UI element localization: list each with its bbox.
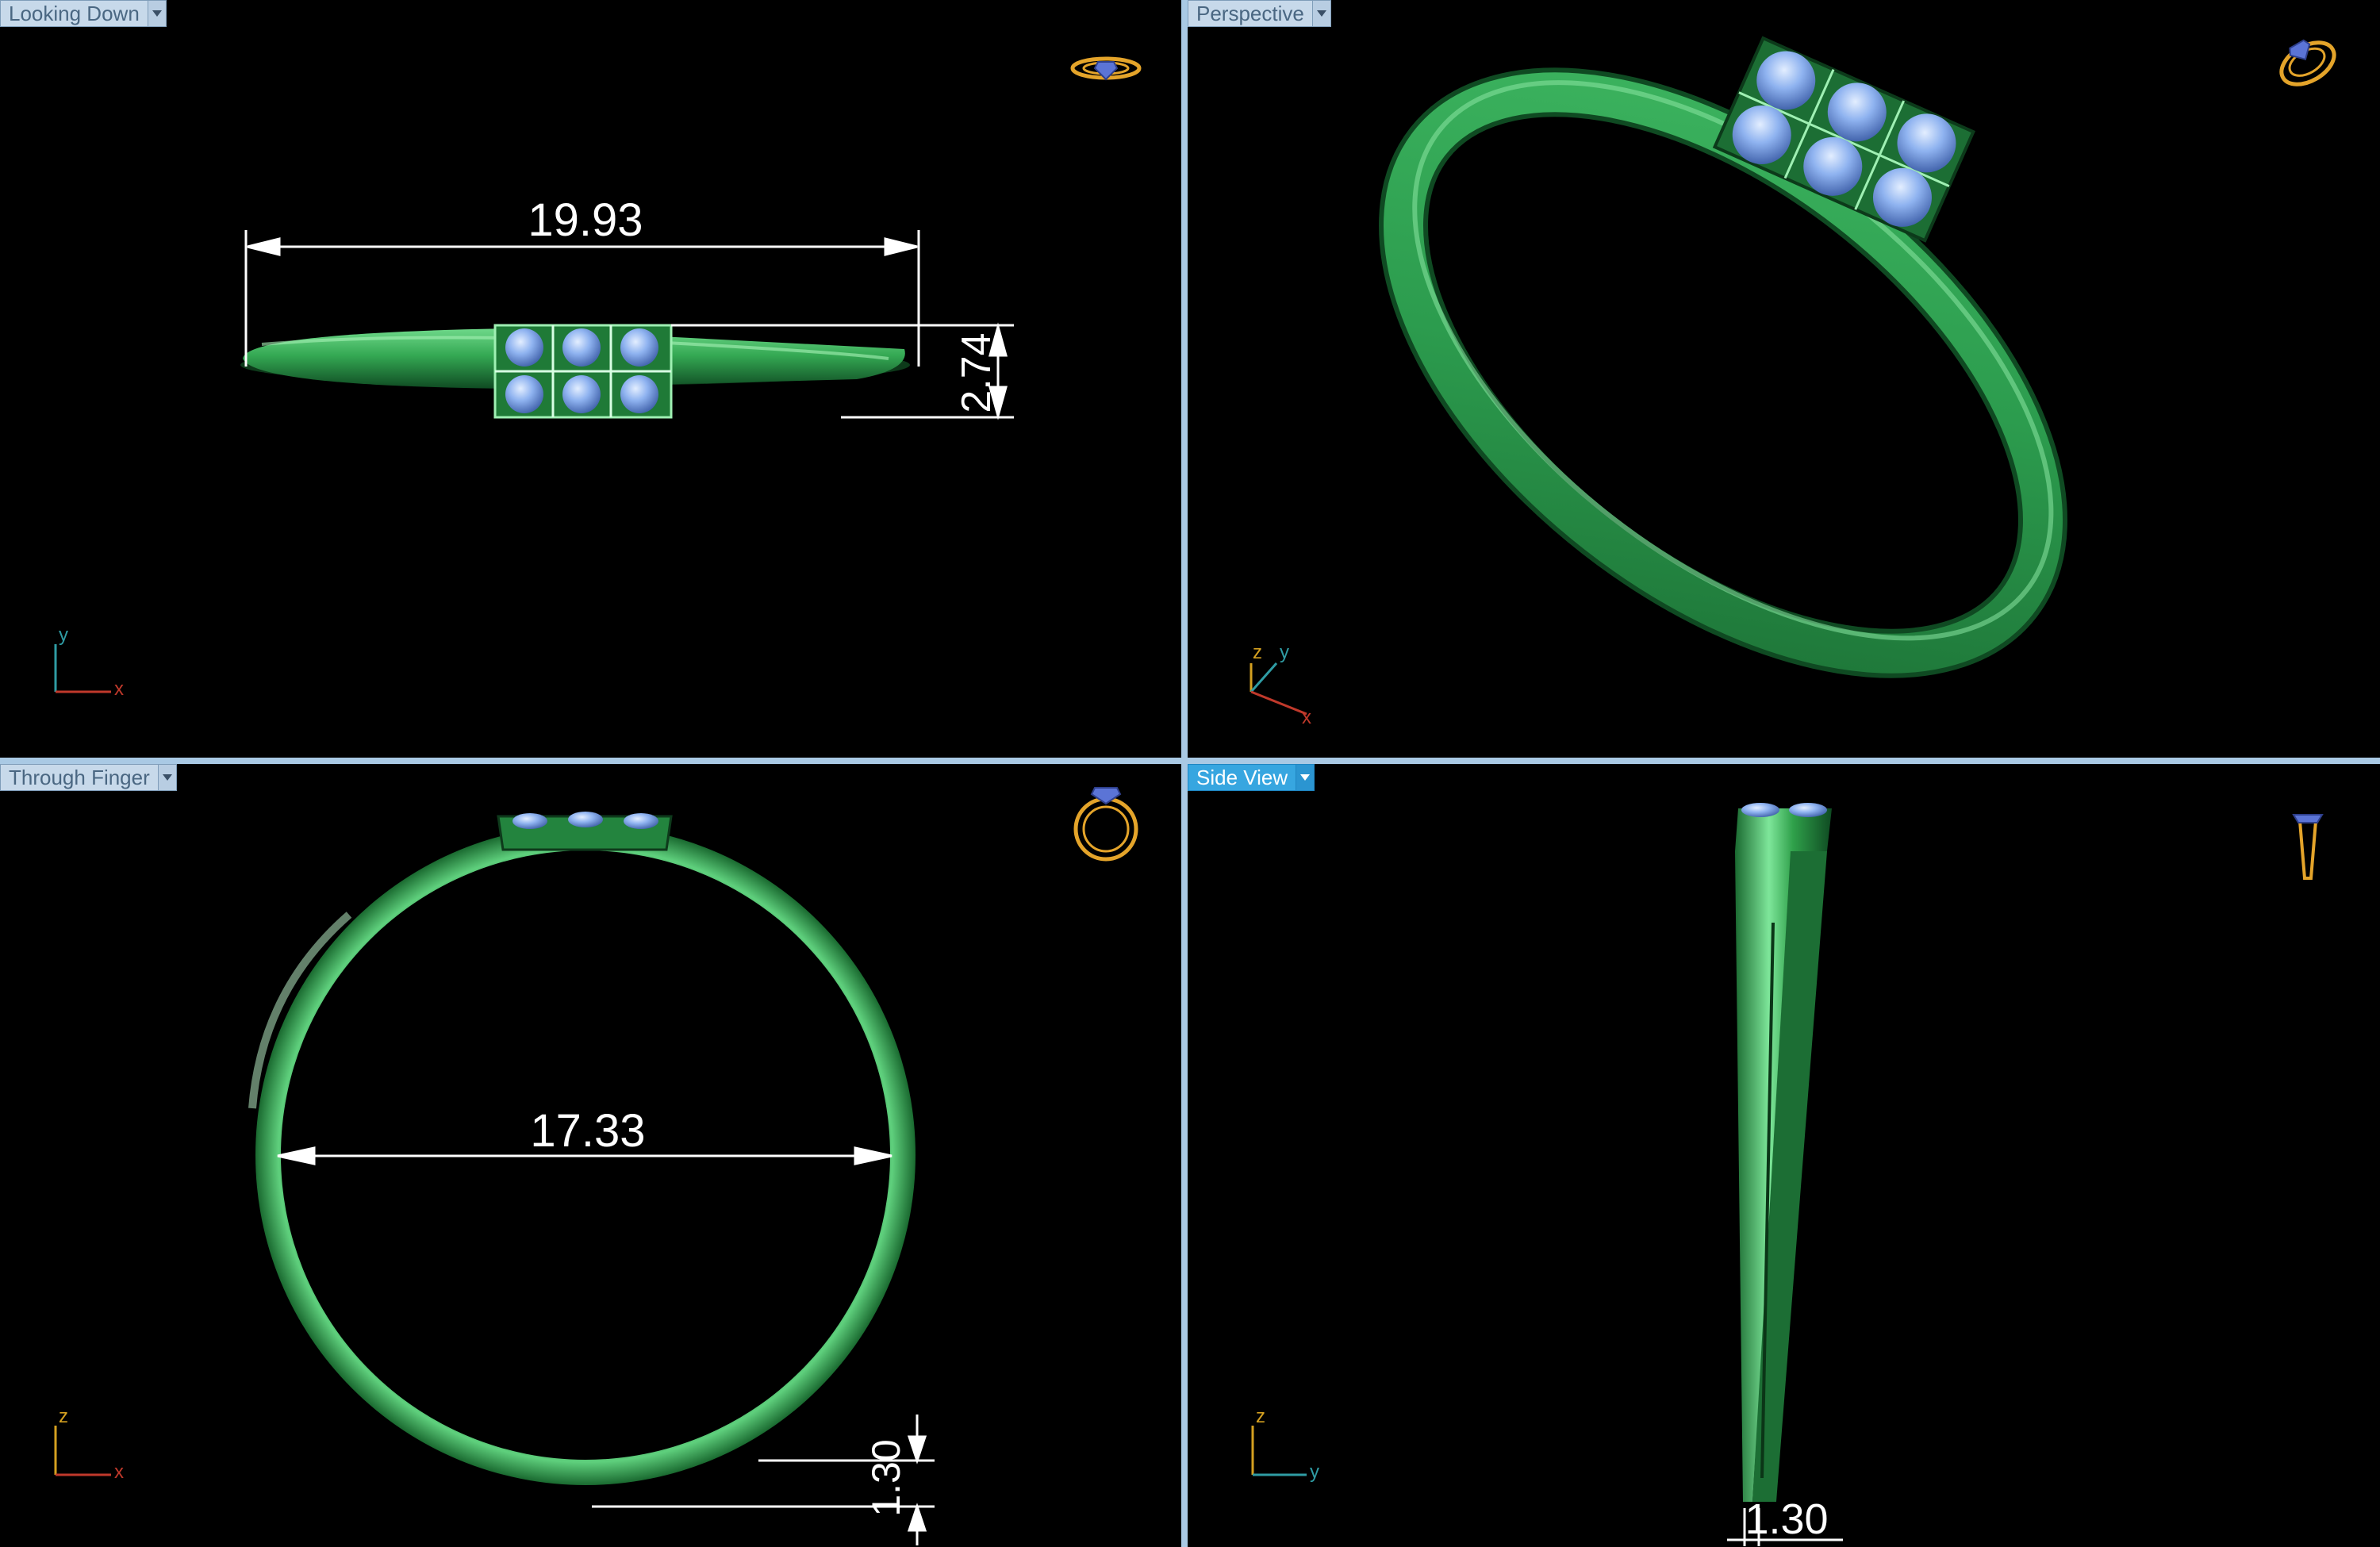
gem [505,328,543,367]
viewport-side-view[interactable]: 1.30 z y Side View [1188,764,2380,1547]
viewport-perspective[interactable]: z y x Perspective [1188,0,2380,758]
gem [562,375,601,413]
viewport-title-label: Side View [1196,766,1288,789]
gem [512,813,547,829]
axis-label-horizontal: x [1302,707,1311,728]
axis-label-vertical: z [1256,1406,1265,1427]
gem-setting-front [497,812,673,851]
axis-label-horizontal: x [114,678,124,700]
ring-side-view [1735,803,1832,1502]
ring-top-view-icon[interactable] [1070,56,1142,81]
gem [1789,803,1827,817]
gem [1741,803,1779,817]
chevron-down-icon[interactable] [1311,1,1330,26]
axis-label-vertical: y [59,624,68,646]
axis-label-vertical: z [59,1406,68,1427]
gem [562,328,601,367]
perspective-scene: z y x [1250,30,2341,728]
viewport-title-looking-down[interactable]: Looking Down [0,0,167,27]
dimension-width-value: 19.93 [528,194,643,246]
axis-indicator [54,1426,111,1476]
dimension-height-value: 2.74 [954,332,1000,413]
axis-label-horizontal: y [1310,1461,1319,1483]
gem [620,375,658,413]
viewport-title-through-finger[interactable]: Through Finger [0,764,177,791]
gem [568,812,603,827]
gem [620,328,658,367]
axis-label-horizontal: x [114,1461,124,1483]
gem-setting-top [493,324,673,419]
chevron-down-icon[interactable] [1296,765,1315,790]
axis-label-vertical: z [1253,642,1262,663]
viewport-title-label: Looking Down [9,2,140,25]
viewport-through-finger[interactable]: 17.33 1.30 z x Through Finger [0,764,1181,1547]
axis-indicator [1250,662,1307,716]
chevron-down-icon[interactable] [147,1,166,26]
viewport-title-side-view[interactable]: Side View [1188,764,1315,791]
ring-front-view-icon[interactable] [1073,787,1138,862]
viewport-title-label: Perspective [1196,2,1304,25]
chevron-down-icon[interactable] [157,765,176,790]
viewport-grid: 19.93 2.74 y x Looking Down z y x Perspe… [0,0,2380,1547]
gem [505,375,543,413]
viewport-title-perspective[interactable]: Perspective [1188,0,1331,27]
viewport-title-label: Through Finger [9,766,150,789]
gem [624,813,658,829]
axis-label-second: y [1280,642,1289,663]
dimension-thickness-value: 1.30 [864,1439,908,1516]
dimension-side-width-value: 1.30 [1745,1495,1828,1543]
axis-indicator [1251,1426,1307,1476]
viewport-looking-down[interactable]: 19.93 2.74 y x Looking Down [0,0,1181,758]
ring-perspective [1379,67,2067,678]
looking-down-scene: 19.93 2.74 y x [54,56,1142,700]
axis-indicator [54,644,111,693]
side-view-scene: 1.30 z y [1251,803,2324,1546]
ring-side-view-icon[interactable] [2292,814,2324,880]
dimension-diameter-value: 17.33 [530,1105,645,1157]
through-finger-scene: 17.33 1.30 z x [54,787,1138,1545]
ring-perspective-icon[interactable] [2272,30,2341,93]
